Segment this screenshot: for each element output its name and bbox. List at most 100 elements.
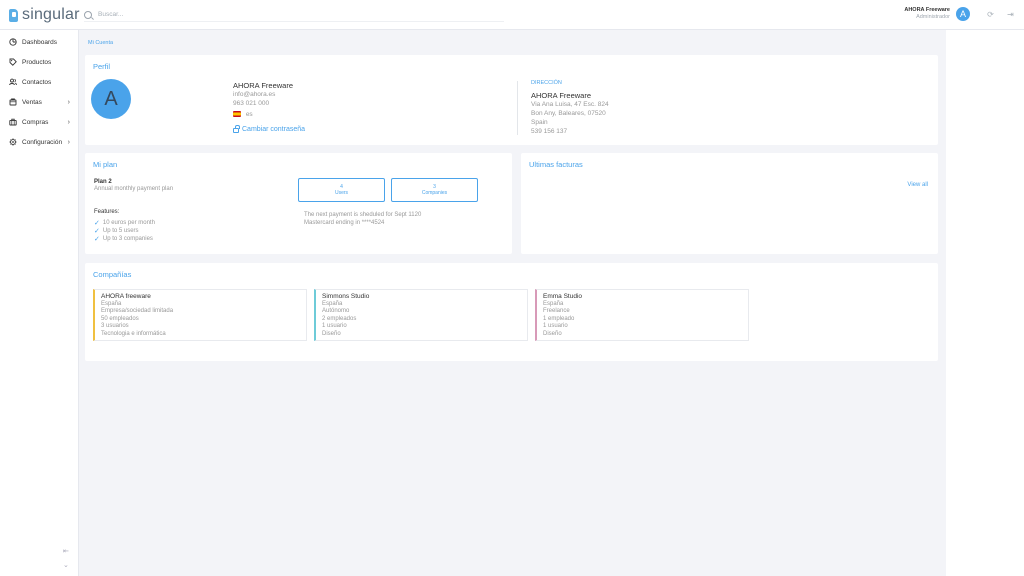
address-city: Bon Any, Baleares, 07520	[531, 110, 606, 117]
company-sector: Diseño	[543, 330, 562, 337]
plan-name: Plan 2	[94, 179, 112, 185]
companies-title: Compañías	[93, 270, 132, 279]
address-name: AHORA Freeware	[531, 91, 592, 100]
search-bar	[84, 8, 504, 22]
user-role: Administrador	[916, 14, 950, 20]
invoices-title: Ultimas facturas	[529, 160, 583, 169]
plan-description: Annual monthly payment plan	[94, 186, 174, 192]
company-employees: 1 empleado	[543, 315, 575, 322]
breadcrumb[interactable]: Mi Cuenta	[88, 40, 113, 46]
plan-card: Mi plan Plan 2 Annual monthly payment pl…	[85, 153, 512, 254]
sidebar-item-label: Configuración	[22, 138, 63, 146]
tag-icon	[9, 58, 17, 66]
company-employees: 50 empleados	[101, 315, 139, 322]
sidebar-item-label: Dashboards	[22, 38, 58, 46]
sidebar-item-configuracion[interactable]: Configuración ›	[0, 135, 79, 149]
company-sector: Tecnologia e informática	[101, 330, 166, 337]
spain-flag-icon	[233, 111, 241, 118]
divider	[517, 81, 518, 135]
lock-icon	[233, 125, 240, 133]
chevron-right-icon: ›	[67, 118, 70, 126]
feature-text: Up to 5 users	[102, 228, 139, 234]
feature-text: 10 euros per month	[102, 220, 155, 226]
sidebar-item-productos[interactable]: Productos	[0, 55, 79, 69]
collapse-sidebar-icon[interactable]: ⇤	[63, 547, 69, 555]
company-card[interactable]: AHORA freeware España Empresa/sociedad l…	[93, 289, 307, 341]
right-panel	[946, 30, 1024, 576]
feature-item: ✓ Up to 3 companies	[94, 235, 153, 243]
profile-phone: 963 021 000	[233, 100, 270, 107]
sidebar-item-label: Productos	[22, 58, 52, 66]
gear-icon	[9, 138, 17, 146]
feature-item: ✓ 10 euros per month	[94, 219, 155, 227]
language-code: es	[245, 111, 253, 118]
users-button[interactable]: 4 Users	[298, 178, 385, 202]
invoices-card: Ultimas facturas View all	[521, 153, 938, 254]
companies-label: Companies	[421, 190, 448, 196]
company-card[interactable]: Emma Studio España Freelance 1 empleado …	[535, 289, 749, 341]
sidebar-item-compras[interactable]: Compras ›	[0, 115, 79, 129]
user-name: AHORA Freeware	[904, 7, 950, 13]
chevron-right-icon: ›	[67, 138, 70, 146]
logo-icon	[9, 8, 18, 22]
company-name: AHORA freeware	[101, 293, 151, 300]
search-icon	[84, 10, 92, 19]
companies-button[interactable]: 3 Companies	[391, 178, 478, 202]
features-label: Features:	[94, 209, 120, 215]
dashboard-icon	[9, 38, 17, 46]
check-icon: ✓	[94, 228, 100, 235]
chevron-down-icon[interactable]: ⌄	[63, 561, 69, 569]
view-all-link[interactable]: View all	[907, 182, 928, 188]
cart-icon	[9, 98, 17, 106]
logout-icon[interactable]: ⇥	[1006, 10, 1015, 19]
profile-avatar[interactable]: A	[91, 79, 131, 119]
chevron-right-icon: ›	[67, 98, 70, 106]
company-name: Emma Studio	[543, 293, 583, 300]
sidebar: Dashboards Productos Contactos Ventas › …	[0, 30, 79, 576]
profile-card: Perfil A AHORA Freeware info@ahora.es 96…	[85, 55, 938, 145]
sidebar-item-dashboards[interactable]: Dashboards	[0, 35, 79, 49]
company-card[interactable]: Simmons Studio España Autónomo 2 emplead…	[314, 289, 528, 341]
company-country: España	[101, 300, 122, 307]
next-payment: The next payment is sheduled for Sept 11…	[304, 212, 422, 218]
address-label: DIRECCIÓN	[531, 80, 562, 86]
companies-card: Compañías AHORA freeware España Empresa/…	[85, 263, 938, 361]
logo[interactable]: singular	[9, 6, 80, 24]
sidebar-item-label: Compras	[22, 118, 49, 126]
logo-text: singular	[22, 6, 80, 23]
main-content: Mi Cuenta Perfil A AHORA Freeware info@a…	[79, 30, 946, 576]
sidebar-item-ventas[interactable]: Ventas ›	[0, 95, 79, 109]
company-name: Simmons Studio	[322, 293, 370, 300]
user-info[interactable]: AHORA Freeware Administrador	[904, 7, 950, 21]
change-password-label: Cambiar contraseña	[242, 126, 306, 133]
user-avatar[interactable]: A	[956, 7, 970, 21]
sidebar-item-contactos[interactable]: Contactos	[0, 75, 79, 89]
profile-name: AHORA Freeware	[233, 81, 294, 90]
company-country: España	[543, 300, 564, 307]
profile-title: Perfil	[93, 62, 111, 71]
company-type: Autónomo	[322, 308, 350, 314]
plan-title: Mi plan	[93, 160, 118, 169]
sidebar-item-label: Ventas	[22, 98, 42, 106]
refresh-icon[interactable]: ⟳	[986, 10, 995, 19]
briefcase-icon	[9, 118, 17, 126]
change-password-link[interactable]: Cambiar contraseña	[233, 125, 306, 133]
users-label: Users	[334, 190, 349, 196]
company-users: 1 usuario	[322, 323, 347, 329]
search-input[interactable]	[98, 11, 478, 18]
top-bar: singular AHORA Freeware Administrador A …	[0, 0, 1024, 30]
company-type: Freelance	[543, 308, 570, 314]
check-icon: ✓	[94, 236, 100, 243]
company-type: Empresa/sociedad limitada	[101, 308, 174, 314]
address-phone: 539 156 137	[531, 128, 568, 135]
feature-text: Up to 3 companies	[102, 236, 153, 242]
check-icon: ✓	[94, 220, 100, 227]
address-street: Via Ana Luisa, 47 Esc. 824	[531, 101, 609, 108]
company-country: España	[322, 300, 343, 307]
company-employees: 2 empleados	[322, 315, 357, 322]
company-sector: Diseño	[322, 330, 341, 337]
users-icon	[9, 78, 17, 86]
profile-language: es	[233, 111, 253, 118]
feature-item: ✓ Up to 5 users	[94, 227, 139, 235]
company-users: 3 usuarios	[101, 323, 129, 329]
